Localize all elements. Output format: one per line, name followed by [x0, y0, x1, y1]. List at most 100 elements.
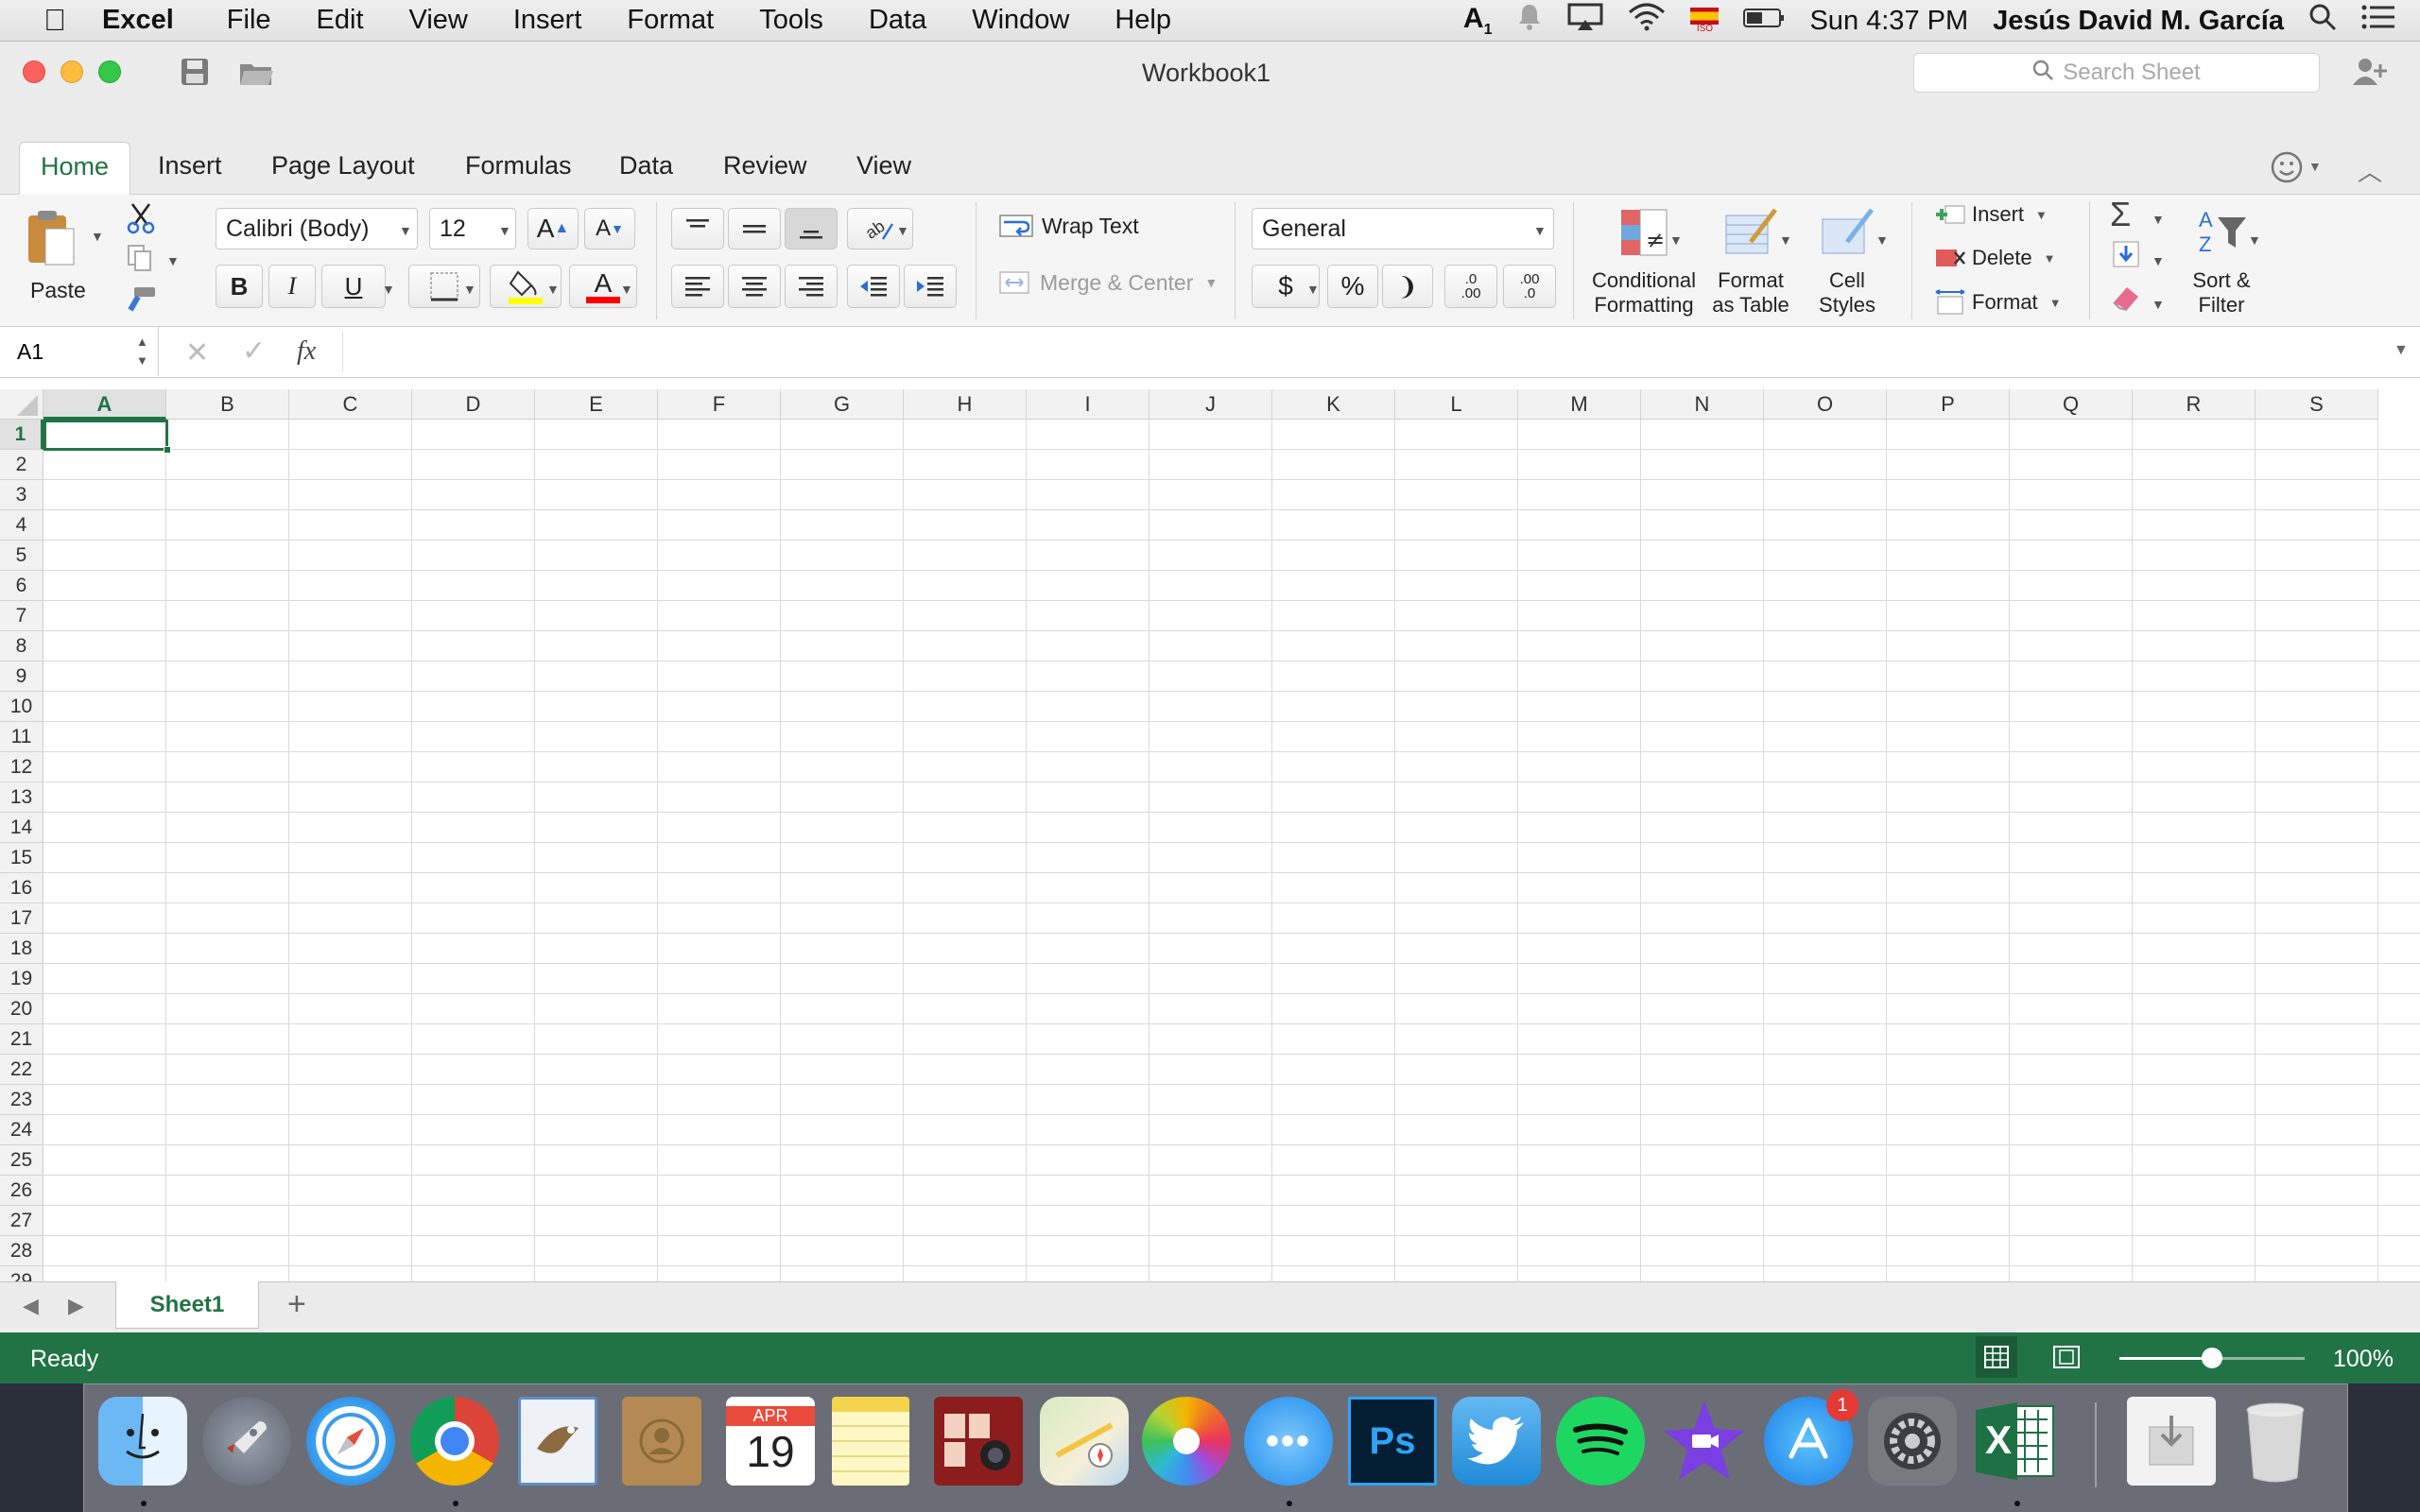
column-header-g[interactable]: G: [781, 389, 904, 420]
menu-view[interactable]: View: [409, 5, 468, 36]
contacts-icon[interactable]: [622, 1397, 701, 1486]
insert-function-icon[interactable]: fx: [297, 336, 316, 367]
row-header-19[interactable]: 19: [0, 964, 43, 994]
font-name-dropdown-icon[interactable]: ▼: [399, 223, 412, 238]
sort-filter-dropdown-icon[interactable]: ▼: [2248, 232, 2261, 248]
minimize-window-button[interactable]: [60, 60, 83, 83]
row-header-2[interactable]: 2: [0, 450, 43, 480]
worksheet-grid[interactable]: ABCDEFGHIJKLMNOPQRS 1 2 3 4 5 6 7 8 9 10 11 12 13 14 1…: [0, 378, 2420, 1323]
underline-button[interactable]: U: [321, 265, 386, 308]
italic-button[interactable]: I: [268, 265, 316, 308]
launchpad-icon[interactable]: [202, 1397, 291, 1486]
format-cells-button[interactable]: Format ▼: [1934, 289, 2062, 316]
column-header-j[interactable]: J: [1150, 389, 1272, 420]
paste-button[interactable]: Paste: [19, 204, 98, 308]
row-header-7[interactable]: 7: [0, 601, 43, 631]
cell-styles-dropdown-icon[interactable]: ▼: [1876, 232, 1889, 248]
row-header-8[interactable]: 8: [0, 631, 43, 662]
font-color-dropdown-icon[interactable]: ▼: [620, 282, 633, 297]
row-header-24[interactable]: 24: [0, 1115, 43, 1145]
search-sheet-field[interactable]: Search Sheet: [1913, 53, 2320, 93]
input-source-flag-icon[interactable]: ISO: [1690, 8, 1720, 34]
chrome-icon[interactable]: [410, 1397, 499, 1486]
copy-icon[interactable]: [127, 244, 153, 278]
insert-cells-button[interactable]: Insert ▼: [1934, 202, 2048, 227]
column-header-h[interactable]: H: [904, 389, 1027, 420]
number-format-dropdown-icon[interactable]: ▼: [1533, 223, 1547, 238]
autosum-dropdown-icon[interactable]: ▼: [2152, 212, 2165, 227]
select-all-corner[interactable]: [0, 389, 43, 420]
column-header-i[interactable]: I: [1027, 389, 1150, 420]
row-header-25[interactable]: 25: [0, 1145, 43, 1176]
menu-data[interactable]: Data: [869, 5, 926, 36]
align-top-button[interactable]: [671, 208, 724, 249]
comma-style-button[interactable]: ❩: [1382, 265, 1433, 308]
row-header-18[interactable]: 18: [0, 934, 43, 964]
orientation-dropdown-icon[interactable]: ▼: [896, 223, 909, 238]
tab-view[interactable]: View: [856, 151, 911, 180]
messages-icon[interactable]: •••: [1244, 1397, 1333, 1486]
feedback-dropdown-icon[interactable]: ▼: [2308, 159, 2322, 174]
row-header-1[interactable]: 1: [0, 420, 43, 450]
tab-page-layout[interactable]: Page Layout: [271, 151, 415, 180]
twitter-icon[interactable]: [1452, 1397, 1541, 1486]
delete-cells-button[interactable]: Delete ▼: [1934, 246, 2055, 270]
menu-file[interactable]: File: [227, 5, 271, 36]
row-header-15[interactable]: 15: [0, 843, 43, 873]
tab-insert[interactable]: Insert: [158, 151, 222, 180]
fill-dropdown-icon[interactable]: ▼: [2152, 253, 2165, 268]
menu-edit[interactable]: Edit: [317, 5, 364, 36]
column-header-l[interactable]: L: [1395, 389, 1518, 420]
notification-bell-icon[interactable]: [1516, 3, 1543, 39]
cut-scissors-icon[interactable]: [127, 202, 155, 240]
currency-dropdown-icon[interactable]: ▼: [1306, 282, 1320, 297]
copy-dropdown-icon[interactable]: ▼: [166, 253, 180, 268]
row-header-21[interactable]: 21: [0, 1024, 43, 1055]
number-format-select[interactable]: General: [1252, 208, 1554, 249]
fill-down-icon[interactable]: [2112, 240, 2140, 274]
next-sheet-icon[interactable]: ▶: [68, 1294, 84, 1318]
wifi-icon[interactable]: [1628, 3, 1666, 39]
wrap-text-button[interactable]: Wrap Text: [998, 212, 1139, 240]
active-cell[interactable]: [43, 420, 171, 454]
user-name[interactable]: Jesús David M. García: [1993, 6, 2284, 37]
row-header-11[interactable]: 11: [0, 722, 43, 752]
font-name-select[interactable]: Calibri (Body): [216, 208, 418, 249]
formula-input[interactable]: [342, 331, 2384, 372]
trash-icon[interactable]: [2231, 1397, 2320, 1486]
battery-icon[interactable]: [1743, 6, 1785, 37]
increase-decimal-button[interactable]: .0 .00: [1444, 265, 1497, 308]
imovie-icon[interactable]: [1660, 1397, 1749, 1486]
close-window-button[interactable]: [23, 60, 45, 83]
sort-filter-button[interactable]: AZ Sort & Filter: [2174, 206, 2269, 318]
font-size-dropdown-icon[interactable]: ▼: [498, 223, 511, 238]
bold-button[interactable]: B: [216, 265, 263, 308]
row-header-26[interactable]: 26: [0, 1176, 43, 1206]
row-header-3[interactable]: 3: [0, 480, 43, 510]
zoom-slider[interactable]: [2119, 1348, 2305, 1368]
sheet-tab-sheet1[interactable]: Sheet1: [115, 1281, 259, 1329]
menu-app-name[interactable]: Excel: [102, 5, 174, 36]
save-icon[interactable]: [180, 57, 210, 92]
column-header-k[interactable]: K: [1272, 389, 1395, 420]
page-layout-view-button[interactable]: [2046, 1336, 2087, 1378]
excel-dock-icon[interactable]: X: [1972, 1397, 2061, 1486]
menu-format[interactable]: Format: [627, 5, 714, 36]
column-header-s[interactable]: S: [2256, 389, 2378, 420]
share-person-icon[interactable]: [2352, 57, 2390, 92]
paste-dropdown-icon[interactable]: ▼: [91, 229, 104, 244]
tab-home[interactable]: Home: [19, 142, 131, 196]
row-header-5[interactable]: 5: [0, 541, 43, 571]
cancel-entry-icon[interactable]: ✕: [185, 336, 209, 369]
column-header-n[interactable]: N: [1641, 389, 1764, 420]
column-header-q[interactable]: Q: [2010, 389, 2133, 420]
percent-button[interactable]: %: [1327, 265, 1378, 308]
adobe-icon[interactable]: A1: [1463, 3, 1493, 39]
airplay-icon[interactable]: [1567, 3, 1603, 39]
increase-font-size-button[interactable]: A ▲: [527, 208, 579, 249]
increase-indent-button[interactable]: [904, 265, 957, 308]
confirm-entry-icon[interactable]: ✓: [242, 335, 266, 368]
align-right-button[interactable]: [785, 265, 838, 308]
autosum-sigma-icon[interactable]: Σ: [2110, 195, 2131, 234]
format-as-table-button[interactable]: Format as Table: [1705, 206, 1796, 318]
